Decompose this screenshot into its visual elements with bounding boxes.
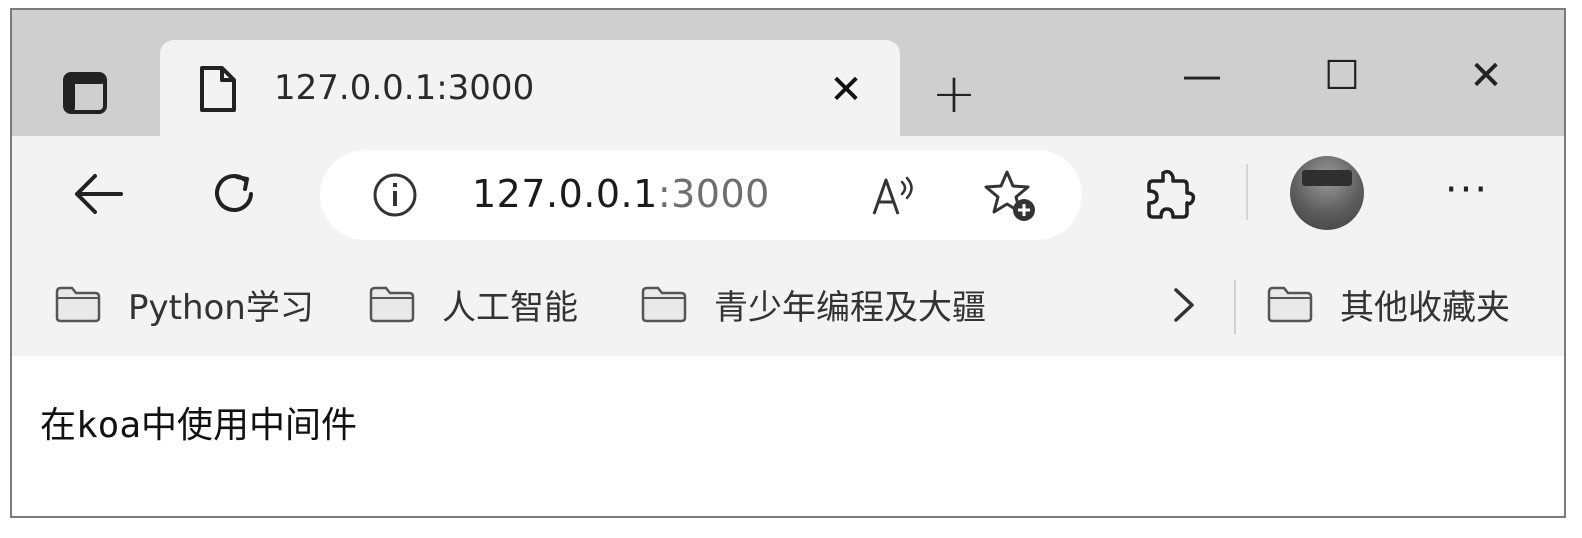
page-content: 在koa中使用中间件 bbox=[12, 356, 1564, 516]
tab-title: 127.0.0.1:3000 bbox=[274, 68, 535, 108]
refresh-icon[interactable] bbox=[204, 164, 264, 224]
active-tab[interactable]: 127.0.0.1:3000 ✕ bbox=[160, 40, 900, 136]
info-icon[interactable] bbox=[372, 172, 418, 218]
other-favorites-label: 其他收藏夹 bbox=[1340, 287, 1510, 328]
favorite-label: Python学习 bbox=[128, 287, 314, 328]
new-tab-button[interactable]: + bbox=[924, 64, 984, 124]
extensions-icon[interactable] bbox=[1140, 164, 1200, 224]
favorite-folder-ai[interactable]: 人工智能 bbox=[368, 280, 578, 328]
favorite-folder-python[interactable]: Python学习 bbox=[54, 280, 314, 328]
profile-avatar[interactable] bbox=[1290, 156, 1364, 230]
url-text[interactable]: 127.0.0.1:3000 bbox=[472, 172, 770, 216]
favorite-label: 青少年编程及大疆 bbox=[714, 287, 986, 328]
maximize-button[interactable]: ☐ bbox=[1302, 46, 1382, 106]
favorites-bar: Python学习 人工智能 青少年编程及大疆 其他收藏夹 bbox=[12, 252, 1564, 358]
favorite-label: 人工智能 bbox=[442, 287, 578, 328]
add-favorite-icon[interactable] bbox=[980, 166, 1040, 226]
read-aloud-icon[interactable] bbox=[868, 168, 924, 224]
folder-icon bbox=[641, 286, 687, 323]
more-menu-icon[interactable]: ··· bbox=[1432, 160, 1502, 220]
address-bar[interactable]: 127.0.0.1:3000 bbox=[320, 150, 1082, 240]
minimize-button[interactable]: — bbox=[1162, 46, 1242, 106]
favorite-folder-youth-coding[interactable]: 青少年编程及大疆 bbox=[640, 280, 986, 328]
page-body-text: 在koa中使用中间件 bbox=[40, 405, 358, 446]
favorites-divider bbox=[1234, 280, 1236, 334]
folder-icon bbox=[369, 286, 415, 323]
url-port: :3000 bbox=[657, 172, 770, 216]
tab-strip: 127.0.0.1:3000 ✕ + — ☐ ✕ bbox=[12, 10, 1564, 136]
chevron-right-icon[interactable] bbox=[1160, 282, 1206, 328]
browser-window: 127.0.0.1:3000 ✕ + — ☐ ✕ 127.0.0.1:3000 … bbox=[10, 8, 1566, 518]
toolbar: 127.0.0.1:3000 ··· bbox=[12, 136, 1564, 252]
tab-close-icon[interactable]: ✕ bbox=[824, 68, 868, 112]
close-window-button[interactable]: ✕ bbox=[1446, 46, 1526, 106]
folder-icon bbox=[55, 286, 101, 323]
other-favorites-folder[interactable]: 其他收藏夹 bbox=[1266, 280, 1510, 328]
tab-actions-icon[interactable] bbox=[60, 68, 110, 118]
url-host: 127.0.0.1 bbox=[472, 172, 658, 216]
folder-icon bbox=[1267, 286, 1313, 323]
page-icon bbox=[198, 64, 238, 114]
back-icon[interactable] bbox=[68, 164, 128, 224]
toolbar-divider bbox=[1246, 164, 1248, 220]
